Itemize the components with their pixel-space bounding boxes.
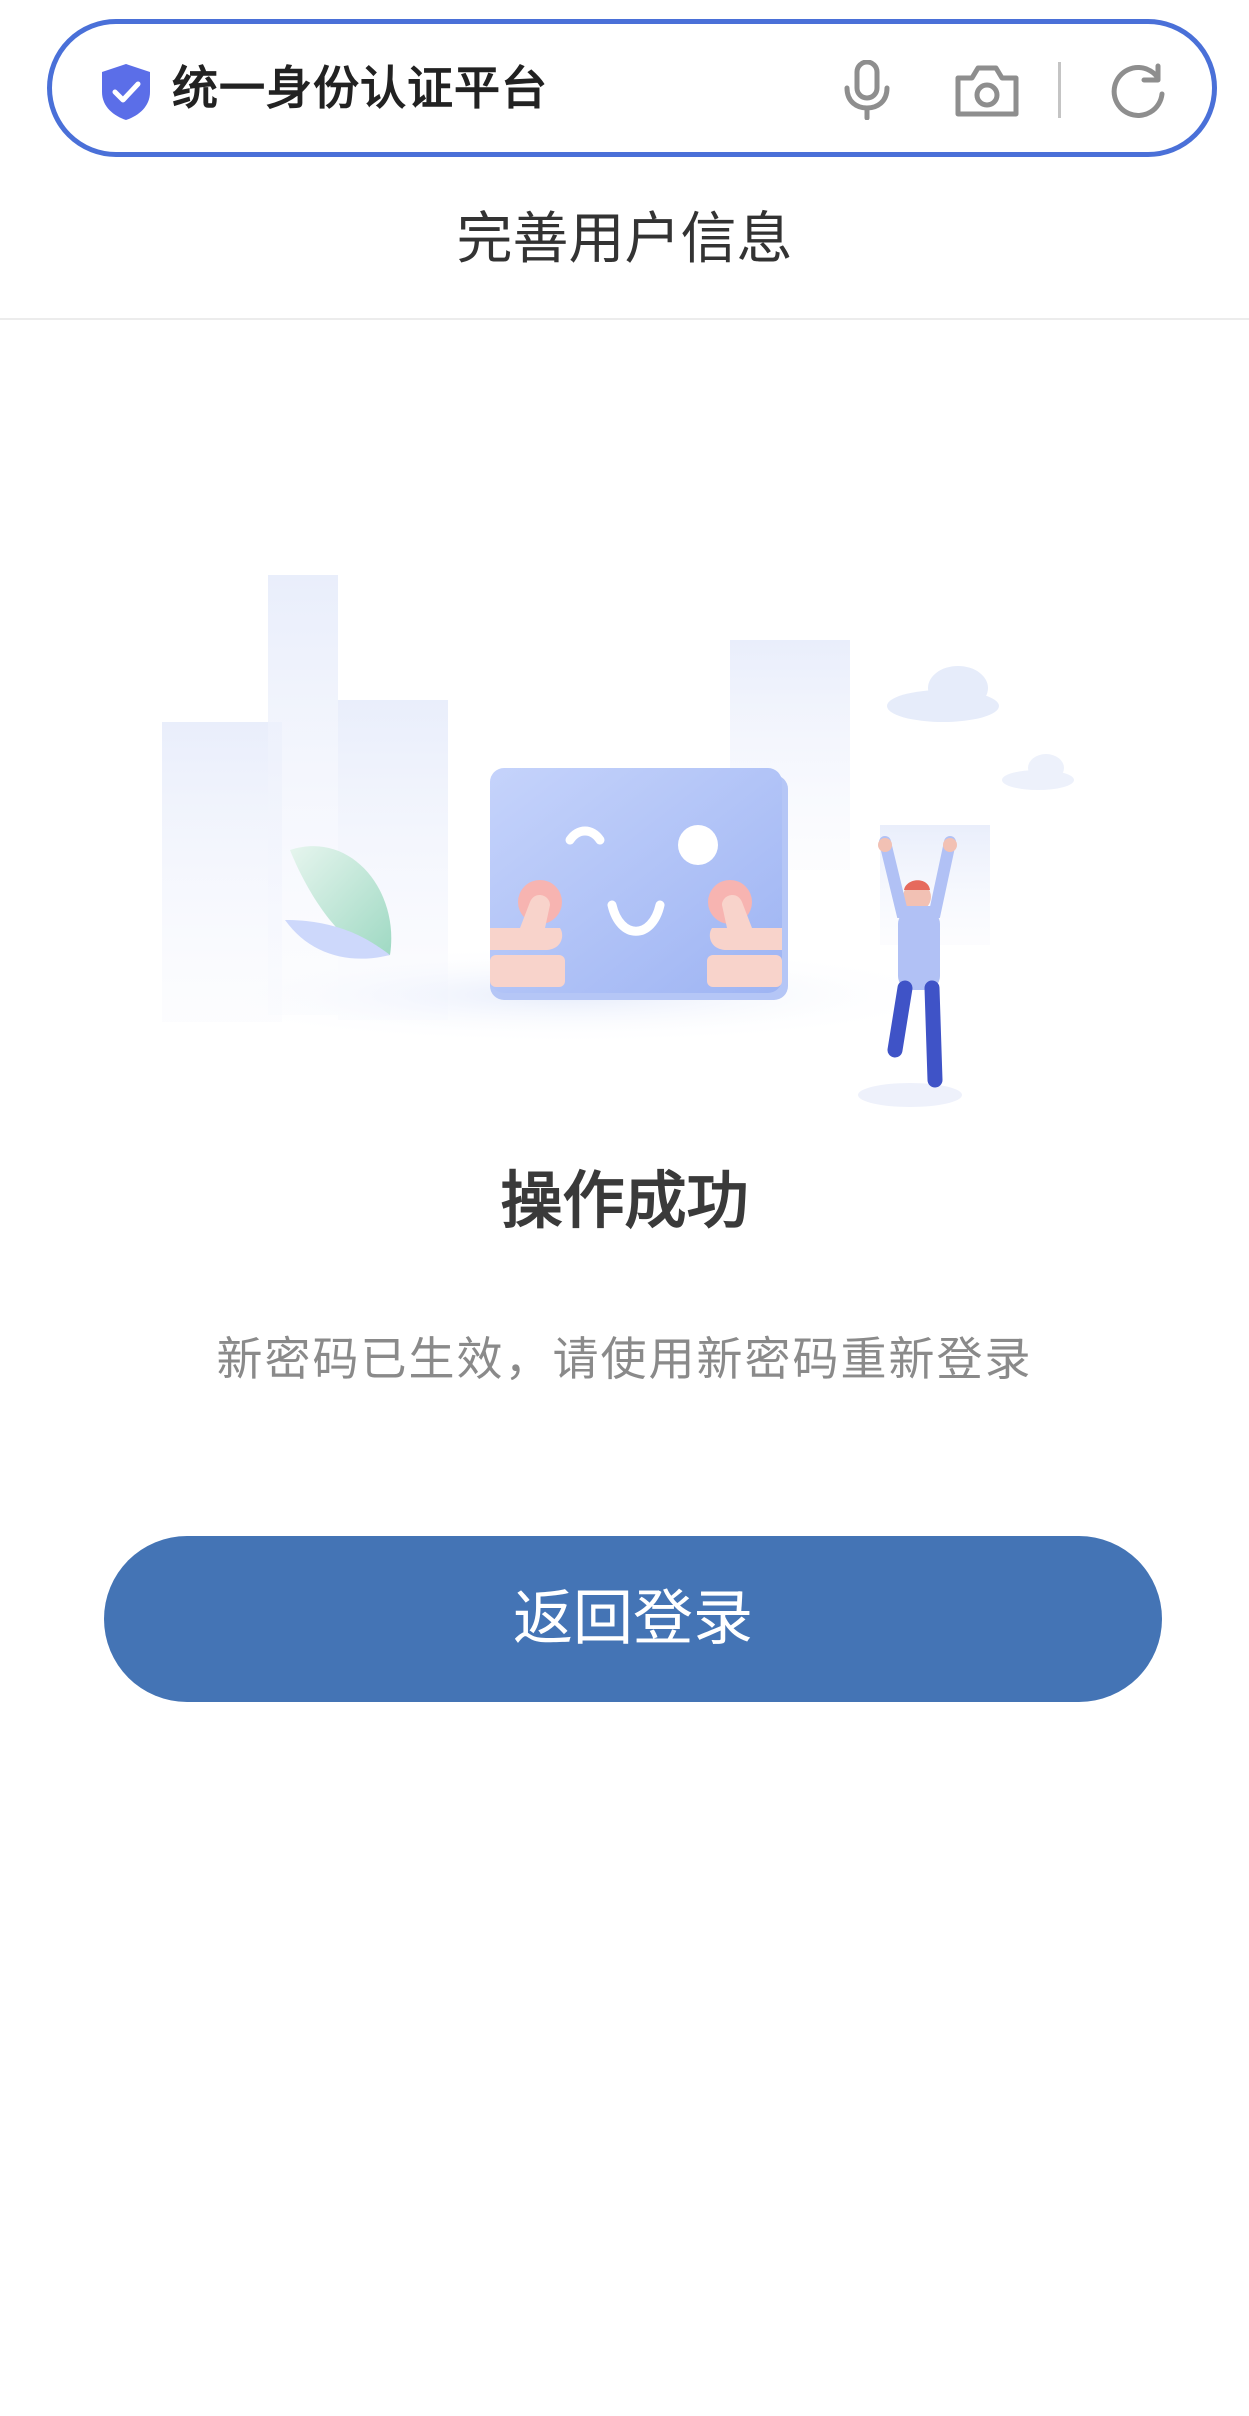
address-bar[interactable]: 统一身份认证平台 <box>47 19 1217 157</box>
success-message: 新密码已生效，请使用新密码重新登录 <box>216 1332 1033 1386</box>
back-to-login-button[interactable]: 返回登录 <box>104 1536 1162 1702</box>
toolbar-divider <box>1058 62 1061 118</box>
shield-check-icon <box>102 64 150 120</box>
success-title: 操作成功 <box>500 1164 749 1237</box>
page-header: 完善用户信息 <box>0 170 1249 320</box>
microphone-icon[interactable] <box>839 60 895 120</box>
refresh-icon[interactable] <box>1108 60 1168 120</box>
site-title[interactable]: 统一身份认证平台 <box>172 24 548 152</box>
camera-icon[interactable] <box>954 64 1020 118</box>
success-illustration <box>162 575 1074 1107</box>
page-title: 完善用户信息 <box>456 207 793 272</box>
